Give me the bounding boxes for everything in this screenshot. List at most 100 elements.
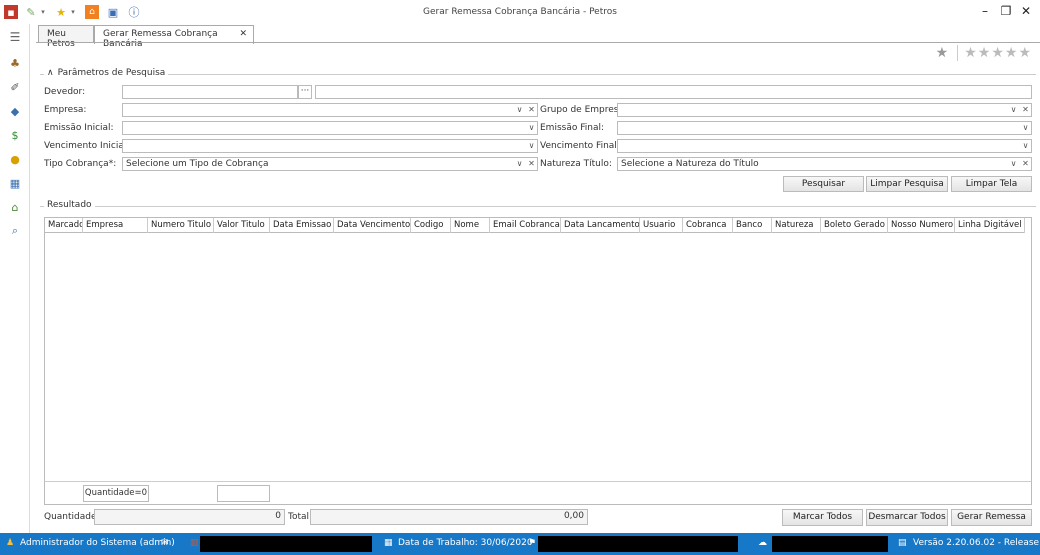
tipo-cobranca-select[interactable]: Selecione um Tipo de Cobrança ∨ ✕ [122,157,538,171]
natureza-titulo-value: Selecione a Natureza do Título [621,159,759,169]
restore-button[interactable]: ❐ [996,4,1016,20]
empresa-select[interactable]: ∨ ✕ [122,103,538,117]
chevron-down-icon[interactable]: ∨ [1020,122,1031,134]
total-label: Total [288,512,310,522]
grid-footer: Quantidade=0 [44,481,1032,505]
people-icon[interactable]: ♣ [8,56,22,70]
rating-stars-icon[interactable]: ★★★★★ [957,45,1032,61]
title-bar: ▪ ✎ ▾ ★ ▾ ⌂ ▣ ⓘ Gerar Remessa Cobrança B… [0,0,1040,24]
column-header[interactable]: Codigo [411,218,451,233]
column-header[interactable]: Numero Titulo [148,218,214,233]
rating: ★ ★★★★★ [936,45,1032,61]
grupo-empresas-select[interactable]: ∨ ✕ [617,103,1032,117]
total-value: 0,00 [310,509,588,525]
redacted-block [200,536,372,552]
column-header[interactable]: Nome [451,218,490,233]
close-button[interactable]: ✕ [1016,4,1036,20]
mail-icon[interactable]: ✉ [161,538,169,548]
column-header[interactable]: Email Cobranca [490,218,561,233]
chevron-down-icon[interactable]: ∨ [526,140,537,152]
tipo-cobranca-value: Selecione um Tipo de Cobrança [126,159,269,169]
collapse-icon[interactable]: ∧ [47,68,54,78]
natureza-titulo-select[interactable]: Selecione a Natureza do Título ∨ ✕ [617,157,1032,171]
redacted-block [538,536,738,552]
emissao-inicial-label: Emissão Inicial: [44,123,114,133]
column-header[interactable]: Banco [733,218,772,233]
search-report-icon[interactable]: ⌕ [8,224,22,238]
coin-icon[interactable]: ● [8,152,22,166]
left-sidebar: ☰ ♣ ✐ ◆ $ ● ▦ ⌂ ⌕ [0,24,30,533]
clear-icon[interactable]: ✕ [526,104,537,116]
window-title: Gerar Remessa Cobrança Bancária - Petros [423,7,617,17]
column-header[interactable]: Data Vencimento [334,218,411,233]
menu-icon[interactable]: ☰ [8,30,22,44]
calendar-icon[interactable]: ▦ [8,176,22,190]
tipo-cobranca-label: Tipo Cobrança*: [44,159,117,169]
desmarcar-todos-button[interactable]: Desmarcar Todos [866,509,948,526]
tag-icon[interactable]: ◆ [8,104,22,118]
devedor-search-button[interactable]: ··· [298,85,312,99]
column-header[interactable]: Cobranca [683,218,733,233]
minimize-button[interactable]: – [975,4,995,20]
chevron-down-icon[interactable]: ∨ [526,122,537,134]
vencimento-final-date[interactable]: ∨ [617,139,1032,153]
column-header[interactable]: Marcado [45,218,83,233]
user-icon: ♟ [6,538,15,548]
flag-icon[interactable]: ⚑ [528,538,536,548]
calendar-icon: ▦ [384,538,393,548]
chevron-down-icon[interactable]: ∨ [1008,104,1019,116]
chevron-down-icon[interactable]: ∨ [514,104,525,116]
status-bar: ♟ Administrador do Sistema (admin) ✉ ▥ ▦… [0,533,1040,555]
natureza-titulo-label: Natureza Título: [540,159,612,169]
grid-sum-cell [217,485,270,502]
marcar-todos-button[interactable]: Marcar Todos [782,509,863,526]
tools-icon[interactable]: ✐ [8,80,22,94]
emissao-final-label: Emissão Final: [540,123,604,133]
vencimento-final-label: Vencimento Final: [540,141,620,151]
clear-icon[interactable]: ✕ [1020,104,1031,116]
status-date: Data de Trabalho: 30/06/2020 [398,538,533,548]
devedor-code-input[interactable] [122,85,298,99]
devedor-label: Devedor: [44,87,86,97]
grid-header: Marcado Empresa Numero Titulo Valor Titu… [45,218,1025,233]
document-icon: ▤ [898,538,907,548]
limpar-pesquisa-button[interactable]: Limpar Pesquisa [866,176,948,192]
chevron-down-icon[interactable]: ∨ [514,158,525,170]
favorite-star-icon[interactable]: ★ [936,45,950,61]
column-header[interactable]: Boleto Gerado [821,218,888,233]
vencimento-inicial-label: Vencimento Inicial: [44,141,130,151]
grid-count: Quantidade=0 [83,485,149,502]
devedor-name-input[interactable] [315,85,1032,99]
main-content: ★ ★★★★★ ∧ Parâmetros de Pesquisa Devedor: … [36,42,1040,533]
column-header[interactable]: Empresa [83,218,148,233]
result-title: Resultado [44,200,95,210]
column-header[interactable]: Nosso Numero [888,218,955,233]
emissao-inicial-date[interactable]: ∨ [122,121,538,135]
home-icon[interactable]: ⌂ [8,200,22,214]
cloud-icon: ☁ [758,538,767,548]
status-user: Administrador do Sistema (admin) [20,538,175,548]
clear-icon[interactable]: ✕ [1020,158,1031,170]
quantidade-label: Quantidade: [44,512,100,522]
close-tab-icon[interactable]: ✕ [239,29,247,39]
vencimento-inicial-date[interactable]: ∨ [122,139,538,153]
column-header[interactable]: Data Emissao [270,218,334,233]
column-header[interactable]: Valor Titulo [214,218,270,233]
status-version: Versão 2.20.06.02 - Release 385 [913,538,1040,548]
building-icon: ▥ [190,538,199,548]
column-header[interactable]: Usuario [640,218,683,233]
column-header[interactable]: Linha Digitável [955,218,1025,233]
pesquisar-button[interactable]: Pesquisar [783,176,864,192]
emissao-final-date[interactable]: ∨ [617,121,1032,135]
limpar-tela-button[interactable]: Limpar Tela [951,176,1032,192]
column-header[interactable]: Data Lancamento [561,218,640,233]
tab-meu-petros[interactable]: Meu Petros [38,25,94,49]
column-header[interactable]: Natureza [772,218,821,233]
search-params-title[interactable]: ∧ Parâmetros de Pesquisa [44,68,169,78]
gerar-remessa-button[interactable]: Gerar Remessa [951,509,1032,526]
chevron-down-icon[interactable]: ∨ [1008,158,1019,170]
chevron-down-icon[interactable]: ∨ [1020,140,1031,152]
money-icon[interactable]: $ [8,128,22,142]
clear-icon[interactable]: ✕ [526,158,537,170]
result-grid[interactable]: Marcado Empresa Numero Titulo Valor Titu… [44,217,1032,505]
